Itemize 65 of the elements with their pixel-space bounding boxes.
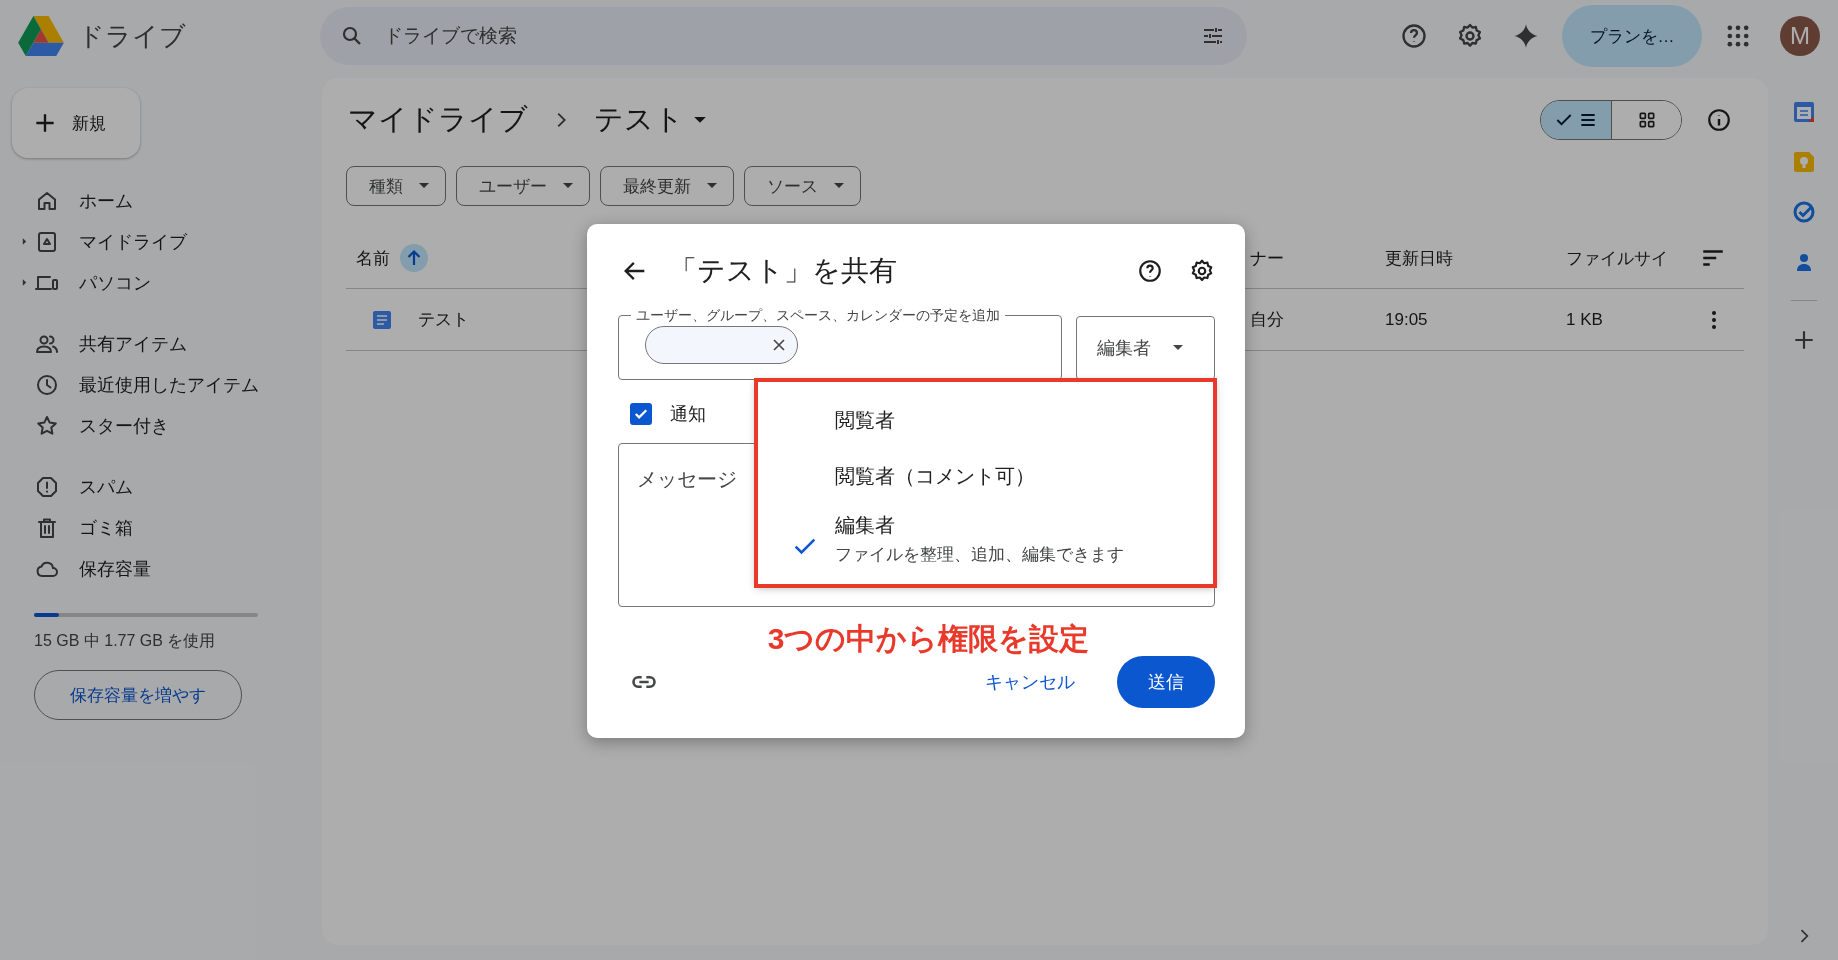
sidebar-item[interactable]: ホーム [12,180,322,221]
table-cell-text: 自分 [1250,309,1284,331]
caret-icon [563,183,573,189]
sidebar-item[interactable]: パソコン [12,262,322,303]
caret-icon [707,183,717,189]
add-people-field[interactable]: ユーザー、グループ、スペース、カレンダーの予定を追加 [618,307,1062,380]
sidebar-item[interactable]: マイドライブ [12,221,322,262]
calendar-icon[interactable] [1792,100,1816,124]
search-input[interactable]: ドライブで検索 [382,24,1183,48]
role-dropdown[interactable]: 編集者 [1076,316,1215,380]
task-check-icon[interactable] [1792,200,1816,224]
filter-chip[interactable]: ソース [744,166,861,206]
breadcrumb-link[interactable]: マイドライブ [348,100,528,140]
plan-button[interactable]: プランを… [1562,5,1702,67]
filter-chip[interactable]: ユーザー [456,166,590,206]
expand-arrow-icon[interactable] [22,278,27,287]
person-chip[interactable] [645,326,798,364]
table-cell: 1 KB [1566,309,1603,330]
sidebar-item[interactable]: スパム [12,466,322,507]
app-title: ドライブ [78,19,186,53]
sidebar-item[interactable]: 最近使用したアイテム [12,364,322,405]
cancel-button[interactable]: キャンセル [979,669,1081,695]
caret-icon[interactable] [694,116,706,124]
new-button[interactable]: 新規 [12,88,140,158]
settings-icon[interactable] [1189,258,1215,284]
drive-icon [35,229,59,254]
send-button[interactable]: 送信 [1117,656,1215,708]
dialog-title: 「テスト」を共有 [669,254,897,288]
table-cell: 19:05 [1385,309,1428,330]
grid-icon [1636,110,1657,130]
checkbox-label: 通知 [670,403,706,426]
clock-icon [35,372,59,397]
caret-icon [1173,345,1183,351]
star-icon [35,413,59,438]
account-avatar[interactable]: M [1780,16,1820,56]
notify-checkbox[interactable] [630,403,652,425]
alert-icon [35,474,59,499]
filter-chip[interactable]: 最終更新 [600,166,734,206]
get-storage-button[interactable]: 保存容量を増やす [34,670,242,720]
help-icon[interactable] [1137,258,1163,284]
sidebar-item[interactable]: 保存容量 [12,548,322,589]
settings-icon[interactable] [1456,22,1484,50]
sidebar-item[interactable]: スター付き [12,405,322,446]
filter-chip[interactable]: 種類 [346,166,446,206]
column-header[interactable]: ファイルサイ [1566,246,1668,270]
expand-arrow-icon[interactable] [22,237,27,246]
document-icon [372,309,392,330]
sidebar-item[interactable]: 共有アイテム [12,323,322,364]
file-name: テスト [418,309,469,331]
storage-usage-text: 15 GB 中 1.77 GB を使用 [34,631,217,651]
help-icon[interactable] [1400,22,1428,50]
annotation-caption: 3つの中から権限を設定 [766,622,1091,656]
sidebar-item[interactable]: ゴミ箱 [12,507,322,548]
column-header[interactable]: 更新日時 [1385,246,1453,270]
list-view-button[interactable] [1541,101,1611,139]
grid-view-button[interactable] [1611,101,1681,139]
caret-icon [834,183,844,189]
caret-icon [419,183,429,189]
search-field[interactable]: ドライブで検索 [320,7,1247,65]
info-icon[interactable] [1706,107,1732,133]
current-folder-title[interactable]: テスト [594,100,684,140]
drive-logo-icon [18,16,64,56]
column-header[interactable]: ナー [1250,246,1284,270]
field-label: ユーザー、グループ、スペース、カレンダーの予定を追加 [635,307,1001,323]
column-header[interactable]: 名前 [356,246,390,270]
